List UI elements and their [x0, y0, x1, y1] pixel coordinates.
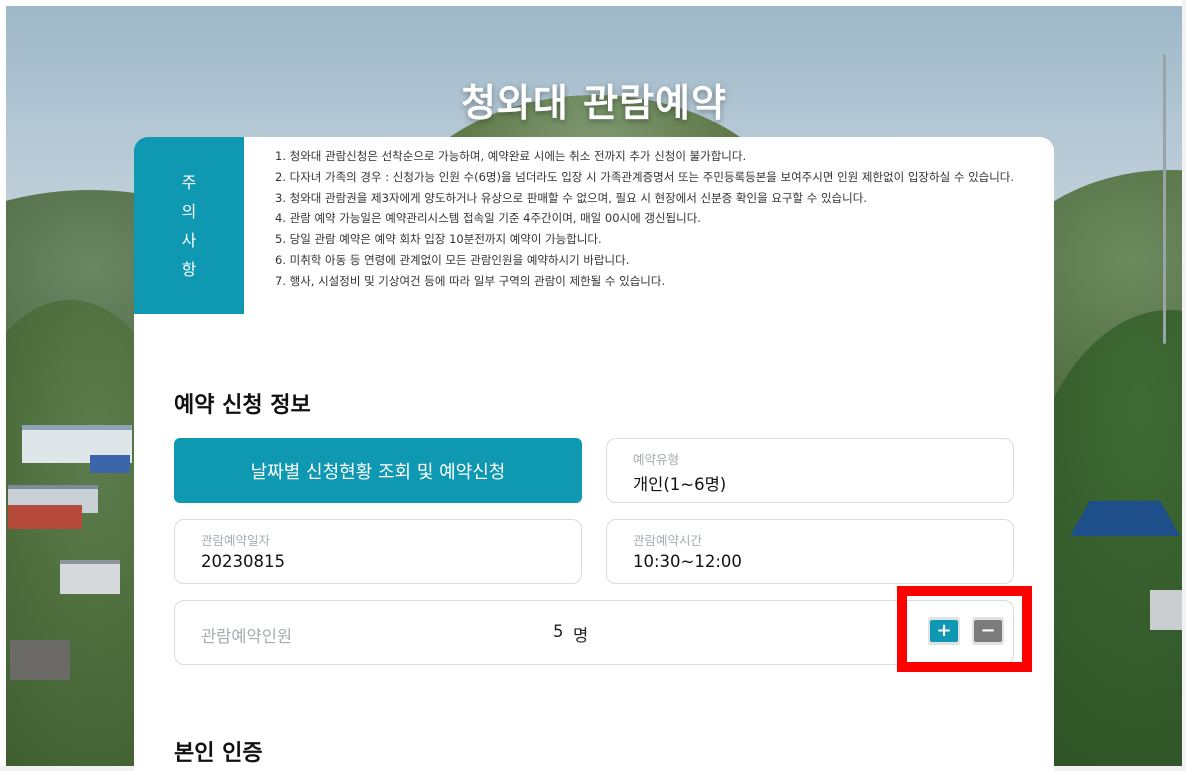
frame-edge — [0, 0, 1186, 6]
visitor-count-field: 관람예약인원 5 명 — [174, 600, 1014, 665]
building — [90, 455, 130, 473]
increase-count-button[interactable]: + — [928, 617, 960, 645]
reservation-type-field[interactable]: 예약유형 개인(1~6명) — [606, 438, 1014, 503]
reservation-type-value: 개인(1~6명) — [633, 475, 727, 494]
notice-label-char: 항 — [181, 259, 197, 279]
notice-label-char: 사 — [181, 230, 197, 250]
date-lookup-reserve-button[interactable]: 날짜별 신청현황 조회 및 예약신청 — [174, 438, 582, 503]
visitor-count-value: 5 — [553, 622, 564, 641]
building — [1150, 590, 1186, 630]
frame-edge — [1182, 0, 1186, 771]
visit-time-value: 10:30~12:00 — [633, 552, 742, 571]
notice-item: 6. 미취학 아동 등 연령에 관계없이 모든 관람인원을 예약하시기 바랍니다… — [275, 252, 630, 267]
visit-time-field[interactable]: 관람예약시간 10:30~12:00 — [606, 519, 1014, 584]
decrease-count-button[interactable]: − — [972, 617, 1004, 645]
notice-item: 7. 행사, 시설정비 및 기상여건 등에 따라 일부 구역의 관람이 제한될 … — [275, 273, 666, 288]
visit-time-label: 관람예약시간 — [633, 533, 703, 548]
reservation-section-title: 예약 신청 정보 — [174, 393, 311, 418]
visitor-count-unit: 명 — [573, 626, 589, 645]
reservation-card: 주 의 사 항 1. 청와대 관람신청은 선착순으로 가능하며, 예약완료 시에… — [134, 137, 1054, 771]
visit-date-label: 관람예약일자 — [201, 533, 271, 548]
auth-section-title: 본인 인증 — [174, 741, 263, 766]
notice-item: 3. 청와대 관람권을 제3자에게 양도하거나 유상으로 판매할 수 없으며, … — [275, 190, 867, 205]
visit-date-field[interactable]: 관람예약일자 20230815 — [174, 519, 582, 584]
notice-label-char: 주 — [181, 172, 197, 192]
notice-label-char: 의 — [181, 201, 197, 221]
notice-item: 4. 관람 예약 가능일은 예약관리시스템 접속일 기준 4주간이며, 매일 0… — [275, 211, 701, 226]
frame-edge — [0, 0, 6, 771]
notice-item: 2. 다자녀 가족의 경우 : 신청가능 인원 수(6명)을 넘더라도 입장 시… — [275, 169, 1015, 184]
reservation-type-label: 예약유형 — [633, 452, 680, 467]
page-scrollbar[interactable] — [1163, 54, 1166, 344]
page-title: 청와대 관람예약 — [461, 81, 727, 125]
building — [10, 640, 70, 680]
building — [60, 560, 120, 594]
visit-date-value: 20230815 — [201, 552, 285, 571]
plus-icon: + — [930, 620, 958, 642]
notice-item: 5. 당일 관람 예약은 예약 회차 입장 10분전까지 예약이 가능합니다. — [275, 232, 602, 247]
building — [8, 505, 82, 529]
notice-label: 주 의 사 항 — [134, 137, 244, 314]
visitor-count-label: 관람예약인원 — [201, 627, 293, 646]
notice-list: 1. 청와대 관람신청은 선착순으로 가능하며, 예약완료 시에는 취소 전까지… — [275, 146, 1015, 292]
notice-item: 1. 청와대 관람신청은 선착순으로 가능하며, 예약완료 시에는 취소 전까지… — [275, 149, 747, 163]
minus-icon: − — [974, 620, 1002, 642]
